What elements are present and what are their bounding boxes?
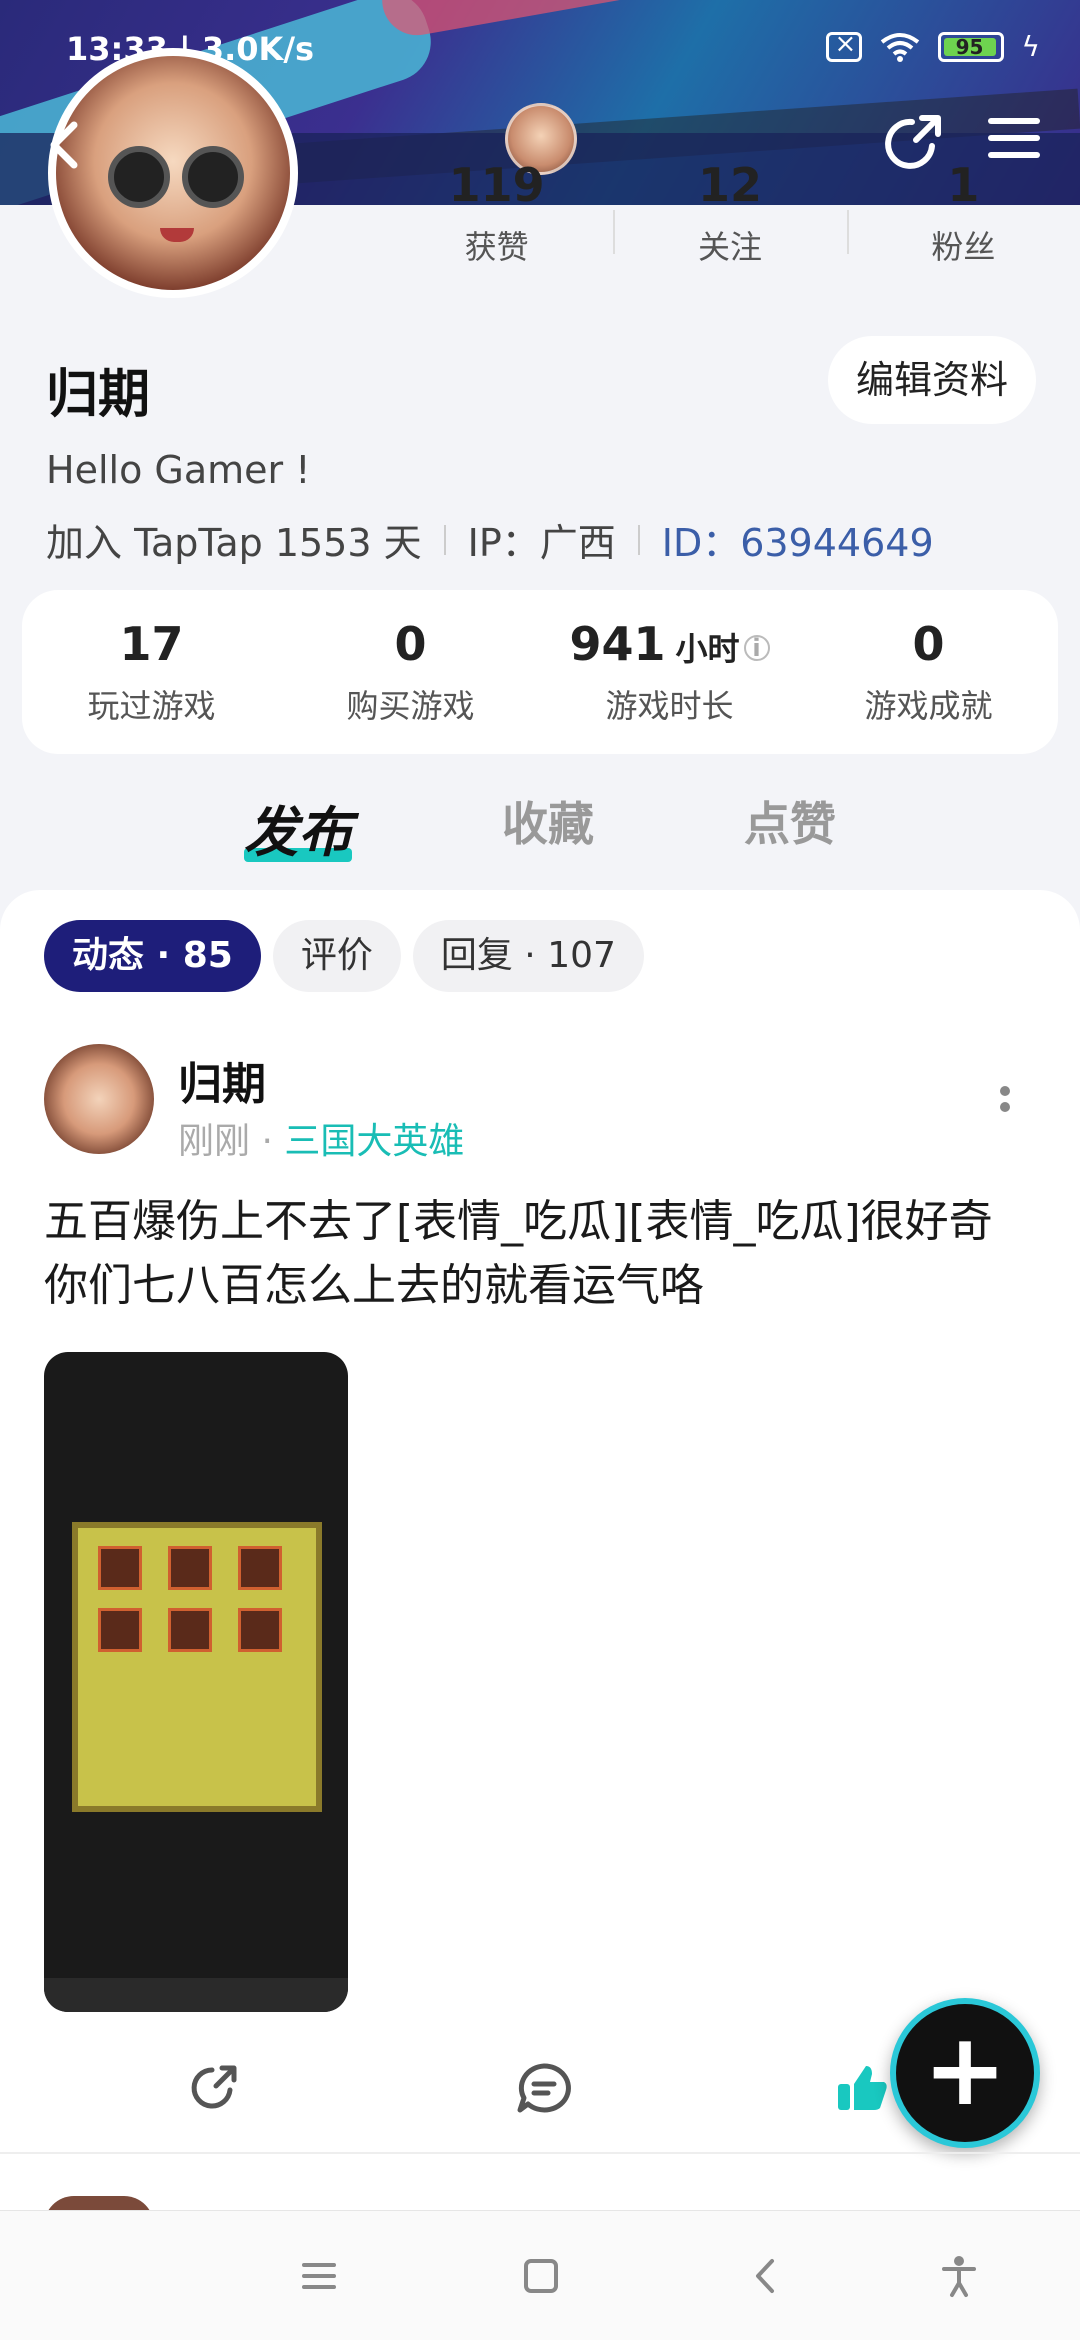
wifi-icon <box>880 32 919 62</box>
image-slot <box>168 1546 212 1590</box>
stat-number: 1 <box>947 158 980 212</box>
more-dot-icon <box>1000 1102 1010 1112</box>
post-game-link[interactable]: 三国大英雄 <box>284 1121 464 1162</box>
stat-label: 获赞 <box>464 228 529 266</box>
play-time-value: 941 <box>569 617 666 671</box>
thumbs-up-icon[interactable] <box>834 2060 890 2116</box>
edit-profile-button[interactable]: 编辑资料 <box>828 336 1036 424</box>
back-button[interactable] <box>44 115 94 175</box>
system-nav-bar <box>0 2210 1080 2340</box>
battery-icon: 95 <box>937 31 1004 62</box>
image-slot <box>98 1608 142 1652</box>
back-icon[interactable] <box>744 2253 790 2299</box>
post-meta: 刚刚 · 三国大英雄 <box>178 1112 464 1164</box>
create-post-button[interactable]: + <box>890 1998 1040 2148</box>
image-slot <box>238 1546 282 1590</box>
post-author-avatar[interactable] <box>44 1044 154 1154</box>
play-time-unit: 小时 <box>675 630 740 668</box>
menu-icon-line <box>988 135 1040 141</box>
info-icon[interactable]: i <box>743 634 770 661</box>
chip-moments[interactable]: 动态 · 85 <box>44 920 261 992</box>
filter-chips: 动态 · 85 评价 回复 · 107 <box>44 920 644 992</box>
stat-following[interactable]: 12 关注 <box>613 162 846 272</box>
profile-name: 归期 <box>46 365 151 425</box>
games-purchased[interactable]: 0 购买游戏 <box>281 617 540 727</box>
game-stat-number: 0 <box>394 617 427 671</box>
avatar-eye <box>182 146 244 208</box>
tab-likes[interactable]: 点赞 <box>744 780 836 870</box>
menu-icon-line <box>988 118 1040 124</box>
play-time[interactable]: 941 小时 i 游戏时长 <box>540 617 799 727</box>
stat-number: 119 <box>448 158 545 212</box>
stat-likes[interactable]: 119 获赞 <box>380 162 613 272</box>
post-image[interactable] <box>44 1352 348 2012</box>
achievements[interactable]: 0 游戏成就 <box>799 617 1058 727</box>
stat-followers[interactable]: 1 粉丝 <box>846 158 1080 272</box>
image-slot <box>98 1546 142 1590</box>
content-tabs: 发布 收藏 点赞 <box>0 780 1080 870</box>
user-id[interactable]: ID：63944649 <box>662 512 934 567</box>
divider <box>443 524 446 555</box>
charging-icon: ϟ <box>1021 30 1040 63</box>
stat-number: 12 <box>697 158 762 212</box>
game-stat-label: 玩过游戏 <box>87 687 216 725</box>
game-stat-label: 游戏成就 <box>864 687 993 725</box>
feed: 动态 · 85 评价 回复 · 107 归期 刚刚 · 三国大英雄 五百爆伤上不… <box>0 890 1080 2210</box>
more-dot-icon <box>1000 1086 1010 1096</box>
games-played[interactable]: 17 玩过游戏 <box>22 617 281 727</box>
chip-replies[interactable]: 回复 · 107 <box>412 920 644 992</box>
ip-location: IP：广西 <box>467 521 616 565</box>
menu-icon-line <box>988 152 1040 158</box>
share-icon[interactable] <box>186 2060 242 2116</box>
home-icon[interactable] <box>518 2253 564 2299</box>
status-icons: 95 ϟ <box>825 29 1040 63</box>
game-stat-number: 941 小时 i <box>540 617 799 671</box>
avatar-mouth <box>160 228 194 242</box>
chevron-left-icon <box>50 121 78 169</box>
comment-icon[interactable] <box>514 2060 574 2116</box>
game-stats-card: 17 玩过游戏 0 购买游戏 941 小时 i 游戏时长 0 游戏成就 <box>22 590 1058 754</box>
game-stat-number: 17 <box>119 617 184 671</box>
sim-icon <box>825 29 862 62</box>
menu-button[interactable] <box>988 118 1040 164</box>
game-stat-label: 游戏时长 <box>605 687 734 725</box>
divider <box>637 524 640 555</box>
recent-apps-icon[interactable] <box>296 2253 342 2299</box>
tab-favorites[interactable]: 收藏 <box>502 780 594 870</box>
battery-level: 95 <box>943 37 996 57</box>
accessibility-icon[interactable] <box>936 2253 982 2299</box>
feed-divider <box>0 2152 1080 2154</box>
join-days: 加入 TapTap 1553 天 <box>46 521 422 565</box>
avatar-eye <box>108 146 170 208</box>
profile-bio: Hello Gamer ! <box>46 448 311 492</box>
post-author-name[interactable]: 归期 <box>178 1048 266 1112</box>
profile-stats: 119 获赞 12 关注 1 粉丝 <box>380 162 1080 272</box>
stat-label: 关注 <box>697 228 762 266</box>
game-stat-number: 0 <box>912 617 945 671</box>
image-game-panel <box>72 1522 322 1812</box>
profile-meta: 加入 TapTap 1553 天 IP：广西 ID：63944649 <box>46 512 934 567</box>
more-options-button[interactable] <box>1000 1086 1012 1126</box>
image-slot <box>168 1608 212 1652</box>
post-time: 刚刚 <box>178 1121 251 1162</box>
post-text[interactable]: 五百爆伤上不去了[表情_吃瓜][表情_吃瓜]很好奇你们七八百怎么上去的就看运气咯 <box>44 1190 1034 1318</box>
game-stat-label: 购买游戏 <box>346 687 475 725</box>
tab-posts[interactable]: 发布 <box>244 780 352 870</box>
image-slot <box>238 1608 282 1652</box>
image-navbar <box>44 1978 348 2012</box>
dot-separator: · <box>261 1121 273 1162</box>
chip-reviews[interactable]: 评价 <box>272 920 401 992</box>
stat-label: 粉丝 <box>931 228 996 266</box>
